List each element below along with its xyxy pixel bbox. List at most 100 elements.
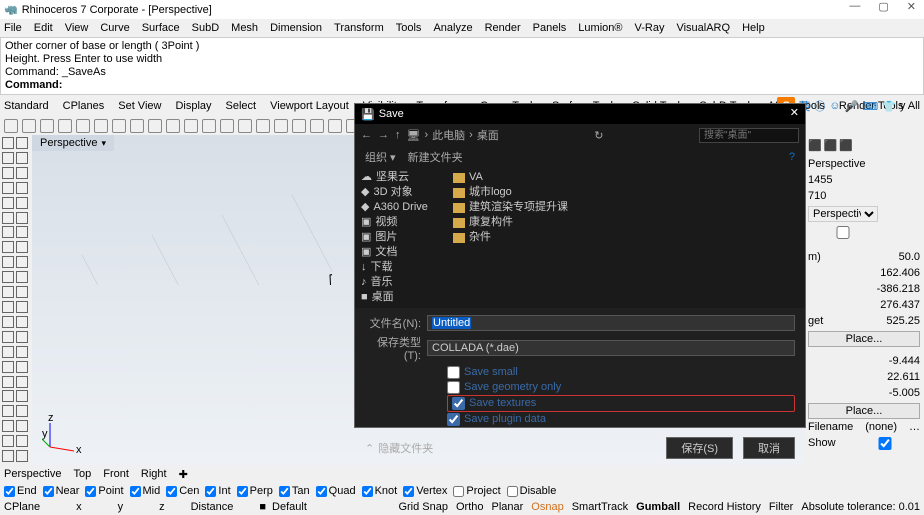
toolbar-icon[interactable] xyxy=(256,119,270,133)
menu-file[interactable]: File xyxy=(4,22,22,34)
file-item[interactable]: VA xyxy=(453,170,797,185)
nav-forward-icon[interactable]: → xyxy=(378,129,389,141)
menu-lumion®[interactable]: Lumion® xyxy=(578,22,622,34)
toolbar-icon[interactable] xyxy=(220,119,234,133)
toolbar-icon[interactable] xyxy=(76,119,90,133)
command-area[interactable]: Other corner of base or length ( 3Point … xyxy=(0,37,924,95)
menu-help[interactable]: Help xyxy=(742,22,765,34)
panel-icon[interactable]: ⬛ xyxy=(839,139,853,152)
close-button[interactable]: ✕ xyxy=(907,0,916,13)
tool-icon[interactable] xyxy=(16,316,28,328)
menu-edit[interactable]: Edit xyxy=(34,22,53,34)
tool-icon[interactable] xyxy=(16,152,28,164)
save-option[interactable]: Save small xyxy=(447,365,795,380)
view-tab-front[interactable]: Front xyxy=(103,468,129,480)
file-item[interactable]: 城市logo xyxy=(453,185,797,200)
tool-icon[interactable] xyxy=(2,331,14,343)
tool-icon[interactable] xyxy=(16,331,28,343)
tree-item[interactable]: ☁坚果云 xyxy=(361,170,439,185)
cancel-button[interactable]: 取消 xyxy=(743,437,795,459)
menu-mesh[interactable]: Mesh xyxy=(231,22,258,34)
osnap-knot[interactable]: Knot xyxy=(362,485,398,497)
status-ortho[interactable]: Ortho xyxy=(456,501,484,513)
tree-item[interactable]: ↓下载 xyxy=(361,260,439,275)
panel-icon[interactable]: ⬛ xyxy=(808,139,822,152)
tool-icon[interactable] xyxy=(2,361,14,373)
osnap-project[interactable]: Project xyxy=(453,485,500,497)
status-grid[interactable]: Grid Snap xyxy=(398,501,448,513)
place-button-2[interactable]: Place... xyxy=(808,403,920,419)
tool-icon[interactable] xyxy=(2,256,14,268)
file-item[interactable]: 杂件 xyxy=(453,230,797,245)
toolbar-icon[interactable] xyxy=(274,119,288,133)
menu-dimension[interactable]: Dimension xyxy=(270,22,322,34)
tool-icon[interactable] xyxy=(2,271,14,283)
osnap-end[interactable]: End xyxy=(4,485,37,497)
tool-icon[interactable] xyxy=(16,376,28,388)
tool-icon[interactable] xyxy=(16,450,28,462)
toolbar-icon[interactable] xyxy=(40,119,54,133)
toolbar-icon[interactable] xyxy=(238,119,252,133)
toolbar-icon[interactable] xyxy=(310,119,324,133)
dialog-title-bar[interactable]: 💾 Save ✕ xyxy=(355,104,805,124)
toolbar-icon[interactable] xyxy=(130,119,144,133)
menu-transform[interactable]: Transform xyxy=(334,22,384,34)
menu-v-ray[interactable]: V-Ray xyxy=(634,22,664,34)
menu-render[interactable]: Render xyxy=(485,22,521,34)
osnap-perp[interactable]: Perp xyxy=(237,485,273,497)
tool-icon[interactable] xyxy=(16,361,28,373)
tool-icon[interactable] xyxy=(16,137,28,149)
nav-back-icon[interactable]: ← xyxy=(361,129,372,141)
toolbar-icon[interactable] xyxy=(94,119,108,133)
toolbar-icon[interactable] xyxy=(148,119,162,133)
tool-icon[interactable] xyxy=(2,390,14,402)
menu-curve[interactable]: Curve xyxy=(100,22,129,34)
tool-icon[interactable] xyxy=(16,226,28,238)
tool-icon[interactable] xyxy=(16,182,28,194)
osnap-cen[interactable]: Cen xyxy=(166,485,199,497)
tool-icon[interactable] xyxy=(16,197,28,209)
tool-icon[interactable] xyxy=(2,167,14,179)
menu-visualarq[interactable]: VisualARQ xyxy=(676,22,730,34)
tool-icon[interactable] xyxy=(16,435,28,447)
osnap-int[interactable]: Int xyxy=(205,485,230,497)
osnap-point[interactable]: Point xyxy=(85,485,123,497)
tool-icon[interactable] xyxy=(2,450,14,462)
tool-icon[interactable] xyxy=(2,197,14,209)
view-tab-right[interactable]: Right xyxy=(141,468,167,480)
tree-item[interactable]: ■桌面 xyxy=(361,290,439,305)
ime-icon-5[interactable]: 👕 xyxy=(882,100,896,113)
new-folder-button[interactable]: 新建文件夹 xyxy=(408,149,463,165)
prop-checkbox[interactable] xyxy=(808,226,878,239)
filetype-select[interactable]: COLLADA (*.dae) xyxy=(427,340,795,356)
breadcrumb[interactable]: 🖥 › 此电脑 › 桌面 xyxy=(407,127,499,143)
tab-cplanes[interactable]: CPlanes xyxy=(63,100,105,112)
osnap-tan[interactable]: Tan xyxy=(279,485,310,497)
place-button[interactable]: Place... xyxy=(808,331,920,347)
toolbar-icon[interactable] xyxy=(292,119,306,133)
add-tab-icon[interactable]: ✚ xyxy=(179,468,188,481)
tool-icon[interactable] xyxy=(16,212,28,224)
tab-viewport-layout[interactable]: Viewport Layout xyxy=(270,100,349,112)
tool-icon[interactable] xyxy=(16,271,28,283)
tool-icon[interactable] xyxy=(2,405,14,417)
tool-icon[interactable] xyxy=(16,346,28,358)
minimize-button[interactable]: — xyxy=(849,0,860,13)
ime-icon-4[interactable]: ⌨ xyxy=(862,100,878,113)
tool-icon[interactable] xyxy=(16,390,28,402)
menu-tools[interactable]: Tools xyxy=(396,22,422,34)
tool-icon[interactable] xyxy=(2,376,14,388)
toolbar-icon[interactable] xyxy=(202,119,216,133)
refresh-icon[interactable]: ↻ xyxy=(594,129,603,142)
tab-select[interactable]: Select xyxy=(226,100,257,112)
tool-icon[interactable] xyxy=(2,435,14,447)
tool-icon[interactable] xyxy=(16,301,28,313)
ime-icon-1[interactable]: ⓘ xyxy=(814,98,825,114)
view-tab-top[interactable]: Top xyxy=(73,468,91,480)
menu-panels[interactable]: Panels xyxy=(533,22,567,34)
toolbar-icon[interactable] xyxy=(4,119,18,133)
tool-icon[interactable] xyxy=(2,420,14,432)
maximize-button[interactable]: ▢ xyxy=(878,0,888,13)
tab-standard[interactable]: Standard xyxy=(4,100,49,112)
menu-surface[interactable]: Surface xyxy=(142,22,180,34)
